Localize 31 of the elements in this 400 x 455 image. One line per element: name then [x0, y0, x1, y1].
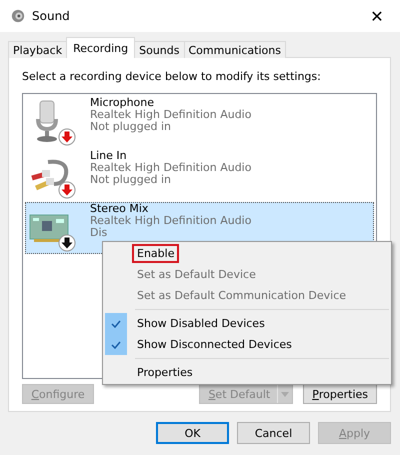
device-name: Microphone	[90, 97, 156, 109]
dialog-button[interactable]: OK	[156, 422, 229, 444]
checkmark-icon	[105, 334, 127, 355]
device-item[interactable]: Microphone Realtek High Definition Audio Not plugged in	[25, 96, 374, 148]
device-status: Not plugged in	[90, 121, 172, 133]
close-button[interactable]: ✕	[354, 0, 400, 32]
down-arrow-badge-icon	[58, 181, 76, 199]
menu-item[interactable]: Properties	[103, 362, 391, 383]
device-driver: Realtek High Definition Audio	[90, 162, 252, 174]
tab[interactable]: Sounds	[134, 41, 184, 58]
menu-item[interactable]: Show Disconnected Devices	[103, 334, 391, 355]
down-arrow-badge-icon	[58, 234, 76, 252]
tab[interactable]: Playback	[8, 41, 68, 58]
device-driver: Realtek High Definition Audio	[90, 215, 252, 227]
device-item[interactable]: Line In Realtek High Definition Audio Not plugged in	[25, 149, 374, 201]
speaker-icon	[11, 9, 25, 23]
window-title: Sound	[32, 9, 70, 23]
down-arrow-badge-icon	[58, 128, 76, 146]
device-status: Not plugged in	[90, 174, 172, 186]
device-name: Line In	[90, 150, 128, 162]
checkmark-icon	[105, 313, 127, 334]
device-status: Dis	[90, 227, 108, 239]
menu-item[interactable]: Show Disabled Devices	[103, 313, 391, 334]
device-driver: Realtek High Definition Audio	[90, 109, 252, 121]
panel-button[interactable]: Properties	[303, 384, 377, 404]
device-name: Stereo Mix	[90, 203, 150, 215]
dialog-button[interactable]: Cancel	[237, 422, 310, 444]
instruction-text: Select a recording device below to modify its settings:	[22, 70, 322, 83]
tab[interactable]: Recording	[66, 37, 136, 58]
dropdown-arrow-icon	[281, 392, 290, 396]
tab[interactable]: Communications	[184, 41, 286, 58]
